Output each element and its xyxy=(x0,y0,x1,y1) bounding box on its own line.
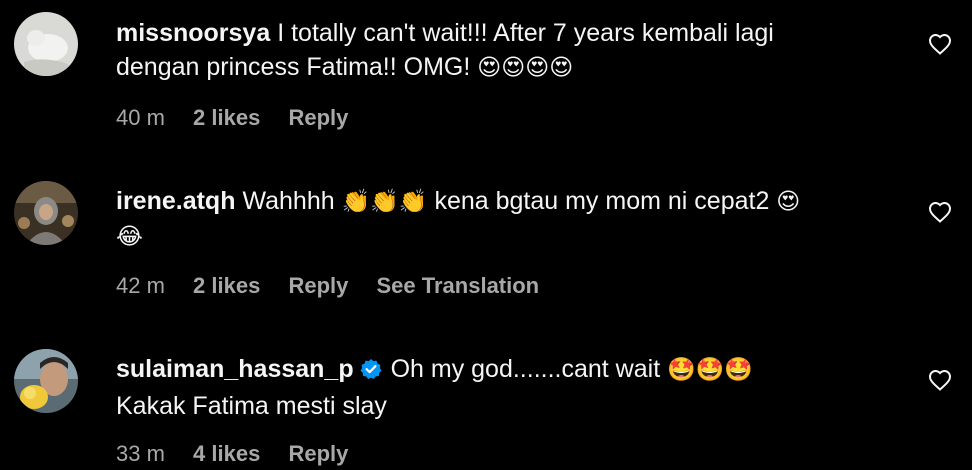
likes-count-button[interactable]: 4 likes xyxy=(193,441,260,466)
comment-timestamp: 42 m xyxy=(116,273,165,298)
tears-of-joy-emoji: 😂 xyxy=(116,224,143,250)
see-translation-button[interactable]: See Translation xyxy=(377,273,540,298)
avatar-image xyxy=(14,349,78,413)
reply-button[interactable]: Reply xyxy=(288,441,348,466)
comment-timestamp: 33 m xyxy=(116,441,165,466)
heart-icon[interactable] xyxy=(928,369,952,391)
comment-timestamp: 40 m xyxy=(116,105,165,130)
comment-username[interactable]: irene.atqh xyxy=(116,187,235,215)
comment-text-line2: Kakak Fatima mesti slay xyxy=(116,392,387,420)
clapping-hands-emoji: 👏👏👏 xyxy=(341,189,428,215)
star-struck-emoji: 🤩🤩🤩 xyxy=(667,357,754,383)
comment-username[interactable]: sulaiman_hassan_p xyxy=(116,355,354,383)
avatar-image xyxy=(14,12,78,76)
comment-text-b: kena bgtau my mom ni cepat2 xyxy=(427,187,777,215)
avatar[interactable] xyxy=(14,12,78,76)
heart-eyes-emoji: 😍😍😍😍 xyxy=(477,55,574,81)
comment-username[interactable]: missnoorsya xyxy=(116,19,270,47)
comment-text: irene.atqh Wahhhh 👏👏👏 kena bgtau my mom … xyxy=(116,184,896,254)
heart-eyes-emoji: 😍 xyxy=(776,189,801,215)
heart-icon[interactable] xyxy=(928,201,952,223)
comment-text-line1: Oh my god.......cant wait xyxy=(390,355,668,383)
verified-badge-icon xyxy=(360,355,382,389)
avatar[interactable] xyxy=(14,181,78,245)
comment-meta: 40 m 2 likes Reply xyxy=(116,105,370,131)
comment-meta: 33 m 4 likes Reply xyxy=(116,441,370,467)
comment-text-a: Wahhhh xyxy=(242,187,342,215)
likes-count-button[interactable]: 2 likes xyxy=(193,105,260,130)
reply-button[interactable]: Reply xyxy=(288,105,348,130)
comment-text-line1: I totally can't wait!!! After 7 years ke… xyxy=(277,19,774,47)
avatar-image xyxy=(14,181,78,245)
likes-count-button[interactable]: 2 likes xyxy=(193,273,260,298)
comment-meta: 42 m 2 likes Reply See Translation xyxy=(116,273,561,299)
comment-text: sulaiman_hassan_p Oh my god.......cant w… xyxy=(116,352,896,423)
avatar[interactable] xyxy=(14,349,78,413)
comment-text: missnoorsya I totally can't wait!!! Afte… xyxy=(116,16,896,85)
comment-text-line2: dengan princess Fatima!! OMG! xyxy=(116,53,478,81)
reply-button[interactable]: Reply xyxy=(288,273,348,298)
heart-icon[interactable] xyxy=(928,33,952,55)
